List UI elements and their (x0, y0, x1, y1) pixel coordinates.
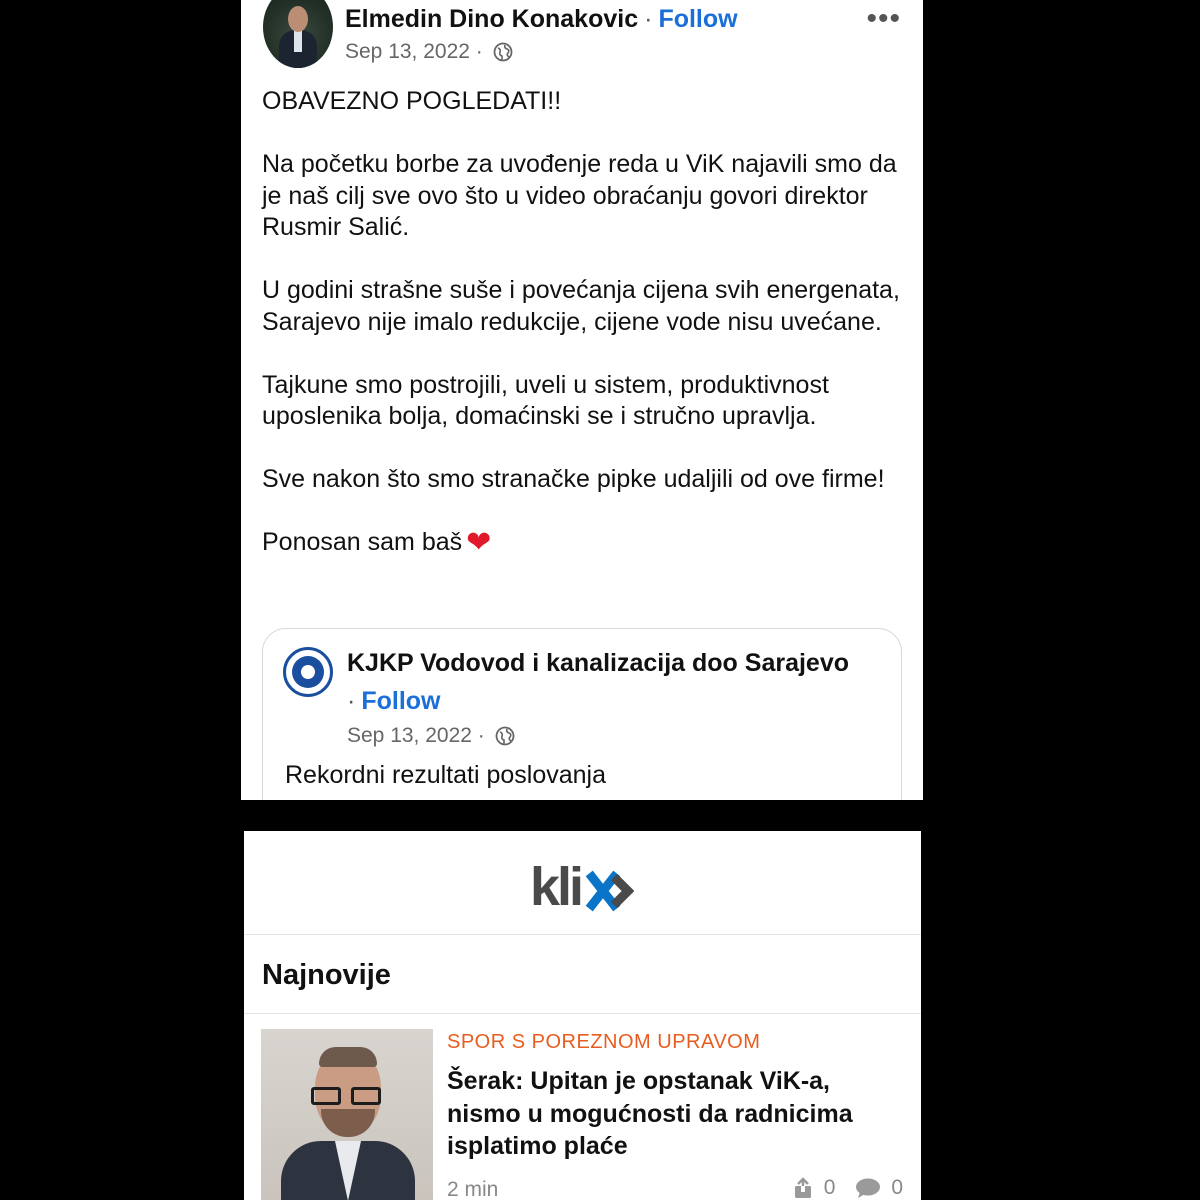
post-paragraph: Na početku borbe za uvođenje reda u ViK … (262, 150, 897, 241)
klix-logo[interactable]: kli (530, 855, 634, 915)
shared-follow-button[interactable]: Follow (361, 687, 440, 715)
klix-news-panel: kli Najnovije SPOR S POREZNOM UPRAVOM Še… (244, 831, 921, 1200)
article-kicker[interactable]: SPOR S POREZNOM UPRAVOM (447, 1031, 760, 1054)
comment-count[interactable]: 0 (855, 1176, 903, 1200)
share-count[interactable]: 0 (792, 1176, 836, 1200)
facebook-post: Elmedin Dino Konakovic · Follow ••• Sep 13… (241, 0, 923, 800)
post-closing: Ponosan sam baš ❤ (262, 527, 912, 559)
post-paragraph: Sve nakon što smo stranačke pipke udalji… (262, 465, 885, 493)
post-meta: Sep 13, 2022 · (345, 40, 513, 64)
post-body: OBAVEZNO POGLEDATI!! Na početku borbe za… (262, 86, 912, 559)
post-header: Elmedin Dino Konakovic · Follow (345, 5, 738, 34)
post-date[interactable]: Sep 13, 2022 · (345, 40, 483, 63)
article-title[interactable]: Šerak: Upitan je opstanak ViK-a, nismo u… (447, 1065, 907, 1163)
shared-post-meta: Sep 13, 2022 · (347, 724, 515, 748)
follow-button[interactable]: Follow (658, 5, 737, 33)
comment-count-value: 0 (891, 1176, 903, 1199)
more-options-icon[interactable]: ••• (866, 2, 901, 36)
follow-separator: · (347, 687, 356, 715)
section-bar: Najnovije (244, 935, 921, 1014)
heart-emoji-icon: ❤ (466, 525, 492, 560)
section-title[interactable]: Najnovije (262, 959, 391, 992)
author-avatar[interactable] (263, 0, 333, 68)
article-time: 2 min (447, 1178, 499, 1200)
shared-follow-line: · Follow (347, 687, 440, 716)
share-icon (794, 1177, 811, 1198)
page-logo-icon[interactable] (283, 647, 333, 697)
klix-logo-text: kli (530, 857, 581, 915)
globe-icon (493, 43, 513, 62)
shared-post-card[interactable]: KJKP Vodovod i kanalizacija doo Sarajevo… (262, 628, 902, 800)
globe-icon (495, 727, 515, 746)
follow-separator: · (644, 5, 653, 33)
article-thumbnail[interactable] (261, 1029, 433, 1200)
post-paragraph: Tajkune smo postrojili, uveli u sistem, … (262, 370, 829, 431)
post-paragraph: OBAVEZNO POGLEDATI!! (262, 87, 562, 115)
post-paragraph: U godini strašne suše i povećanja cijena… (262, 276, 900, 336)
comment-icon (856, 1178, 881, 1198)
share-count-value: 0 (823, 1176, 836, 1199)
author-name[interactable]: Elmedin Dino Konakovic (345, 5, 638, 33)
shared-post-date[interactable]: Sep 13, 2022 · (347, 724, 485, 747)
closing-text: Ponosan sam baš (262, 528, 463, 556)
article-stats: 0 0 (778, 1176, 903, 1200)
shared-post-text: Rekordni rezultati poslovanja (285, 761, 607, 789)
klix-header: kli (244, 831, 921, 935)
shared-page-name[interactable]: KJKP Vodovod i kanalizacija doo Sarajevo (347, 649, 849, 678)
